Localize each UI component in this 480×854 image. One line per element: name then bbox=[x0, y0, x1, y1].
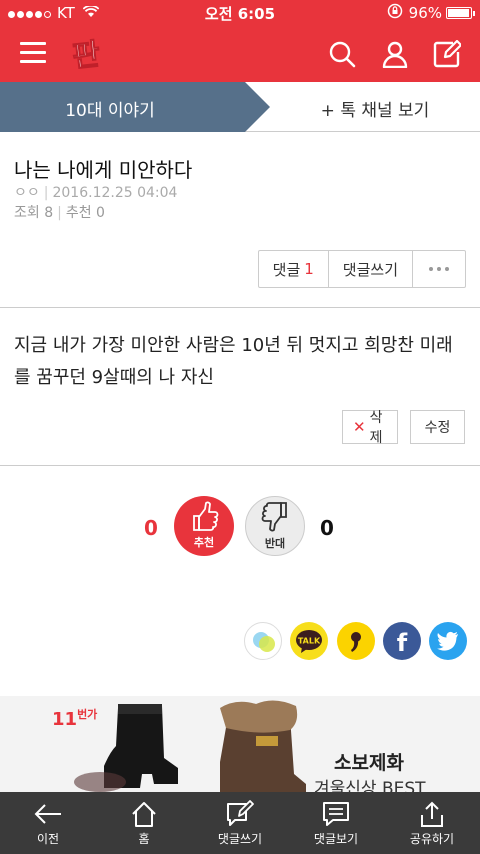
share-band-icon[interactable] bbox=[244, 622, 282, 660]
app-header: 판 bbox=[0, 26, 480, 82]
svg-text:판: 판 bbox=[71, 37, 103, 72]
post-action-group: 댓글 1 댓글쓰기 bbox=[257, 250, 466, 288]
post-date: 2016.12.25 04:04 bbox=[52, 185, 178, 201]
tab-teen-stories[interactable]: 10대 이야기 bbox=[0, 82, 270, 132]
menu-icon[interactable] bbox=[20, 42, 46, 64]
tab-teen-stories-label: 10대 이야기 bbox=[65, 101, 155, 121]
post-author[interactable]: ㅇㅇ bbox=[14, 185, 40, 201]
more-options-icon[interactable] bbox=[413, 251, 465, 287]
view-count: 조회 8 bbox=[14, 205, 54, 221]
close-icon: ✕ bbox=[353, 418, 366, 436]
share-icon bbox=[421, 801, 443, 827]
ad-subheadline: 겨울신상 BEST bbox=[314, 779, 426, 792]
tab-talk-channels[interactable]: + 톡 채널 보기 bbox=[270, 96, 480, 121]
nav-view-comments-button[interactable]: 댓글보기 bbox=[288, 792, 384, 854]
post-body: 지금 내가 가장 미안한 사람은 10년 뒤 멋지고 희망찬 미래를 꿈꾸던 9… bbox=[0, 308, 480, 466]
upvote-label: 추천 bbox=[193, 536, 215, 549]
nav-home-button[interactable]: 홈 bbox=[96, 792, 192, 854]
downvote-label: 반대 bbox=[264, 537, 286, 550]
ad-banner[interactable]: 11번가 소보제화 겨울신상 BEST bbox=[0, 696, 480, 792]
nav-write-comment-label: 댓글쓰기 bbox=[217, 832, 263, 846]
share-row: TALK f bbox=[0, 622, 480, 666]
delete-button-label: 삭제 bbox=[369, 410, 383, 446]
back-arrow-icon bbox=[34, 804, 61, 824]
downvote-button[interactable]: 반대 bbox=[245, 496, 305, 556]
twitter-icon[interactable] bbox=[429, 622, 467, 660]
nav-write-comment-button[interactable]: 댓글쓰기 bbox=[192, 792, 288, 854]
kakaostory-icon[interactable] bbox=[337, 622, 375, 660]
write-comment-icon bbox=[227, 800, 254, 826]
facebook-icon[interactable]: f bbox=[383, 622, 421, 660]
post-title: 나는 나에게 미안하다 bbox=[14, 158, 193, 182]
nav-home-label: 홈 bbox=[138, 832, 150, 846]
kakaotalk-label: TALK bbox=[298, 637, 321, 646]
upvote-button[interactable]: 추천 bbox=[174, 496, 234, 556]
write-comment-button[interactable]: 댓글쓰기 bbox=[329, 251, 413, 287]
delete-button[interactable]: ✕ 삭제 bbox=[342, 410, 398, 446]
comments-button-label: 댓글 bbox=[272, 260, 301, 279]
pann-logo[interactable]: 판 bbox=[70, 32, 110, 76]
nav-share-button[interactable]: 공유하기 bbox=[384, 792, 480, 854]
post-header: 나는 나에게 미안하다 ㅇㅇ | 2016.12.25 04:04 조회 8 | 추천 … bbox=[0, 132, 480, 308]
vote-area: 0 추천 반대 0 bbox=[0, 466, 480, 596]
comments-button[interactable]: 댓글 1 bbox=[259, 251, 329, 287]
bottom-nav: 이전 홈 댓글쓰기 댓글보기 공유하기 bbox=[0, 792, 480, 854]
upvote-count: 0 bbox=[144, 516, 158, 540]
rotation-lock-icon bbox=[387, 3, 403, 23]
kakaotalk-icon[interactable]: TALK bbox=[290, 622, 328, 660]
nav-back-label: 이전 bbox=[36, 832, 60, 846]
svg-text:f: f bbox=[397, 629, 408, 657]
home-icon bbox=[132, 802, 156, 827]
battery-icon bbox=[446, 7, 475, 19]
post-stats: 조회 8 | 추천 0 bbox=[14, 205, 105, 221]
nav-share-label: 공유하기 bbox=[409, 832, 455, 846]
ad-headline: 소보제화 bbox=[334, 752, 404, 774]
comment-count: 1 bbox=[304, 260, 314, 278]
user-icon[interactable] bbox=[381, 40, 409, 69]
view-comments-icon bbox=[323, 802, 349, 826]
edit-button[interactable]: 수정 bbox=[410, 410, 465, 444]
nav-view-comments-label: 댓글보기 bbox=[313, 832, 359, 846]
thumbs-down-icon bbox=[261, 502, 287, 532]
channel-tabs: 10대 이야기 + 톡 채널 보기 bbox=[0, 82, 480, 132]
nav-back-button[interactable]: 이전 bbox=[0, 792, 96, 854]
post-content: 지금 내가 가장 미안한 사람은 10년 뒤 멋지고 희망찬 미래를 꿈꾸던 9… bbox=[14, 335, 453, 388]
post-meta: ㅇㅇ | 2016.12.25 04:04 bbox=[14, 185, 178, 201]
compose-icon[interactable] bbox=[433, 39, 463, 68]
search-icon[interactable] bbox=[328, 40, 356, 68]
downvote-count: 0 bbox=[320, 516, 334, 540]
thumbs-up-icon bbox=[193, 501, 219, 531]
status-bar: KT 오전 6:05 96% bbox=[0, 0, 480, 26]
like-count: 추천 0 bbox=[65, 205, 105, 221]
battery-percent: 96% bbox=[408, 4, 442, 22]
